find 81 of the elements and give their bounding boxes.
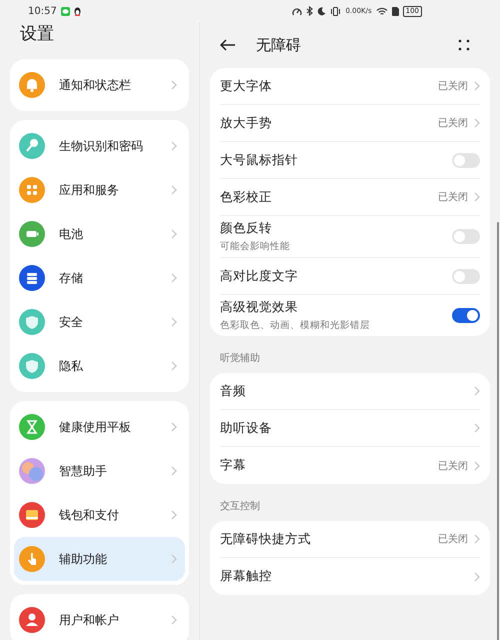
settings-row[interactable]: 高级视觉效果 色彩取色、动画、模糊和光影错层 xyxy=(220,295,480,336)
status-value: 已关闭 xyxy=(438,532,468,546)
chevron-icon xyxy=(474,81,480,91)
settings-item[interactable]: 通知和状态栏 xyxy=(14,63,185,107)
chevron-icon xyxy=(171,141,177,151)
settings-item[interactable]: 用户和帐户 xyxy=(14,598,185,640)
chevron-icon xyxy=(171,615,177,625)
settings-row[interactable]: 无障碍快捷方式 已关闭 xyxy=(220,521,480,558)
row-description: 色彩取色、动画、模糊和光影错层 xyxy=(220,319,371,332)
speedometer-icon xyxy=(292,6,302,16)
row-label: 高级视觉效果 xyxy=(220,299,299,316)
chevron-icon xyxy=(171,317,177,327)
settings-row[interactable]: 颜色反转 可能会影响性能 xyxy=(220,216,480,258)
page-title: 无障碍 xyxy=(256,36,301,54)
settings-row[interactable]: 色彩校正 已关闭 xyxy=(220,179,480,216)
toggle-switch[interactable] xyxy=(452,229,480,244)
settings-row[interactable]: 更大字体 已关闭 xyxy=(220,68,480,105)
chevron-icon xyxy=(474,534,480,544)
settings-item[interactable]: 应用和服务 xyxy=(14,168,185,212)
toggle-switch[interactable] xyxy=(452,308,480,323)
chat-app-icon xyxy=(60,6,70,16)
row-label: 字幕 xyxy=(220,457,247,474)
more-options-icon[interactable] xyxy=(458,39,470,51)
chevron-icon xyxy=(171,361,177,371)
row-label: 无障碍快捷方式 xyxy=(220,530,312,548)
row-label: 音频 xyxy=(220,382,247,400)
back-arrow-icon[interactable] xyxy=(220,39,236,51)
chevron-icon xyxy=(171,510,177,520)
settings-item[interactable]: 智慧助手 xyxy=(14,449,185,493)
toggle-switch[interactable] xyxy=(452,152,480,168)
row-label: 高对比度文字 xyxy=(220,268,299,284)
settings-row[interactable]: 高对比度文字 xyxy=(220,258,480,295)
chevron-icon xyxy=(474,192,480,202)
toggle-switch[interactable] xyxy=(452,268,480,284)
settings-item[interactable]: 隐私 xyxy=(14,344,185,388)
wifi-icon xyxy=(376,6,388,16)
chevron-icon xyxy=(474,423,480,433)
chevron-icon xyxy=(474,460,480,470)
section-heading: 听觉辅助 xyxy=(219,352,261,366)
status-value: 已关闭 xyxy=(438,80,468,93)
status-value: 已关闭 xyxy=(438,116,468,130)
settings-item[interactable]: 生物识别和密码 xyxy=(14,124,185,168)
moon-icon xyxy=(317,6,326,16)
bluetooth-icon xyxy=(306,6,314,16)
settings-item[interactable]: 存储 xyxy=(14,256,185,300)
row-label: 颜色反转 xyxy=(220,220,273,237)
settings-row[interactable]: 助听设备 xyxy=(220,410,480,447)
settings-item[interactable]: 钱包和支付 xyxy=(14,493,185,537)
status-value: 已关闭 xyxy=(438,460,468,472)
chevron-icon xyxy=(171,554,177,564)
vibrate-icon xyxy=(330,6,342,16)
section-heading: 交互控制 xyxy=(219,500,261,514)
chevron-icon xyxy=(474,386,480,396)
row-label: 放大手势 xyxy=(220,114,273,132)
chevron-icon xyxy=(474,118,480,128)
row-label: 更大字体 xyxy=(220,78,273,94)
status-value: 已关闭 xyxy=(438,190,468,204)
settings-item[interactable]: 健康使用平板 xyxy=(14,405,185,449)
chevron-icon xyxy=(171,422,177,432)
settings-row[interactable]: 字幕 已关闭 xyxy=(220,447,480,484)
row-label: 色彩校正 xyxy=(220,188,273,206)
settings-row[interactable]: 大号鼠标指针 xyxy=(220,142,480,179)
settings-item[interactable]: 辅助功能 xyxy=(14,537,185,581)
settings-title: 设置 xyxy=(19,23,55,45)
settings-item[interactable]: 安全 xyxy=(14,300,185,344)
settings-row[interactable]: 音频 xyxy=(220,373,480,410)
clock: 10:57 xyxy=(28,6,57,16)
settings-row[interactable]: 屏幕触控 xyxy=(220,558,480,595)
chevron-icon xyxy=(171,229,177,239)
row-label: 屏幕触控 xyxy=(220,568,273,585)
settings-row[interactable]: 放大手势 已关闭 xyxy=(220,105,480,142)
chevron-icon xyxy=(171,466,177,476)
chevron-icon xyxy=(171,185,177,195)
row-description: 可能会影响性能 xyxy=(220,240,291,253)
chevron-icon xyxy=(171,80,177,90)
row-label: 助听设备 xyxy=(220,420,273,436)
settings-item[interactable]: 电池 xyxy=(14,212,185,256)
row-label: 大号鼠标指针 xyxy=(220,152,299,168)
chevron-icon xyxy=(171,273,177,283)
chevron-icon xyxy=(474,572,480,582)
sim-icon xyxy=(392,6,399,16)
